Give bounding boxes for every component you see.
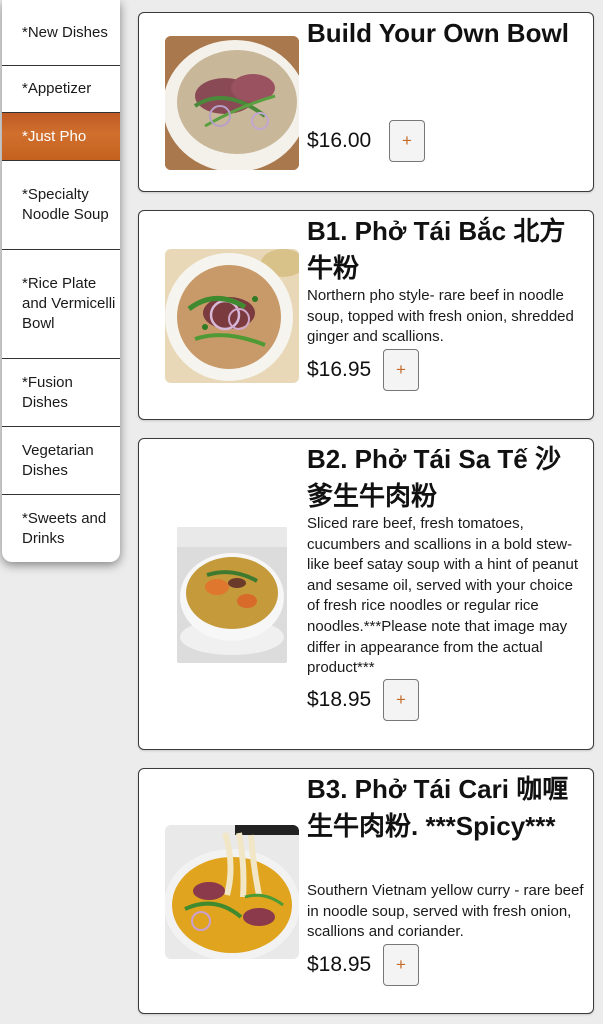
- item-description: Northern pho style- rare beef in noodle …: [307, 287, 574, 346]
- menu-item-card[interactable]: B1. Phở Tái Bắc 北方牛粉 Northern pho style-…: [138, 210, 594, 420]
- item-title: B1. Phở Tái Bắc 北方牛粉: [307, 216, 566, 283]
- category-sidebar: *New Dishes *Appetizer *Just Pho *Specia…: [2, 0, 120, 562]
- add-to-cart-button[interactable]: +: [383, 944, 419, 986]
- item-price: $18.95: [307, 953, 372, 976]
- category-sweets-drinks[interactable]: *Sweets and Drinks: [2, 495, 120, 562]
- item-price: $18.95: [307, 688, 372, 711]
- add-to-cart-button[interactable]: +: [389, 120, 425, 162]
- item-description: Southern Vietnam yellow curry - rare bee…: [307, 882, 584, 941]
- category-rice-plate-vermicelli[interactable]: *Rice Plate and Vermicelli Bowl: [2, 250, 120, 359]
- menu-item-card[interactable]: B3. Phở Tái Cari 咖喱生牛肉粉. ***Spicy*** Sou…: [138, 768, 594, 1014]
- menu-item-card[interactable]: Build Your Own Bowl $16.00 +: [138, 12, 594, 192]
- dish-photo: [165, 825, 299, 959]
- dish-photo: [165, 249, 299, 383]
- category-vegetarian-dishes[interactable]: Vegetarian Dishes: [2, 427, 120, 495]
- dish-photo: [165, 36, 299, 170]
- item-title: B2. Phở Tái Sa Tế 沙爹生牛肉粉: [307, 444, 561, 511]
- category-appetizer[interactable]: *Appetizer: [2, 66, 120, 113]
- dish-photo: [177, 527, 287, 663]
- category-new-dishes[interactable]: *New Dishes: [2, 0, 120, 66]
- item-description: Sliced rare beef, fresh tomatoes, cucumb…: [307, 515, 579, 677]
- add-to-cart-button[interactable]: +: [383, 349, 419, 391]
- category-specialty-noodle-soup[interactable]: *Specialty Noodle Soup: [2, 161, 120, 250]
- category-just-pho[interactable]: *Just Pho: [2, 113, 120, 161]
- menu-item-card[interactable]: B2. Phở Tái Sa Tế 沙爹生牛肉粉 Sliced rare bee…: [138, 438, 594, 750]
- item-price: $16.95: [307, 358, 372, 381]
- item-title: Build Your Own Bowl: [307, 18, 569, 48]
- item-price: $16.00: [307, 129, 372, 152]
- category-fusion-dishes[interactable]: *Fusion Dishes: [2, 359, 120, 427]
- item-title: B3. Phở Tái Cari 咖喱生牛肉粉. ***Spicy***: [307, 774, 569, 841]
- add-to-cart-button[interactable]: +: [383, 679, 419, 721]
